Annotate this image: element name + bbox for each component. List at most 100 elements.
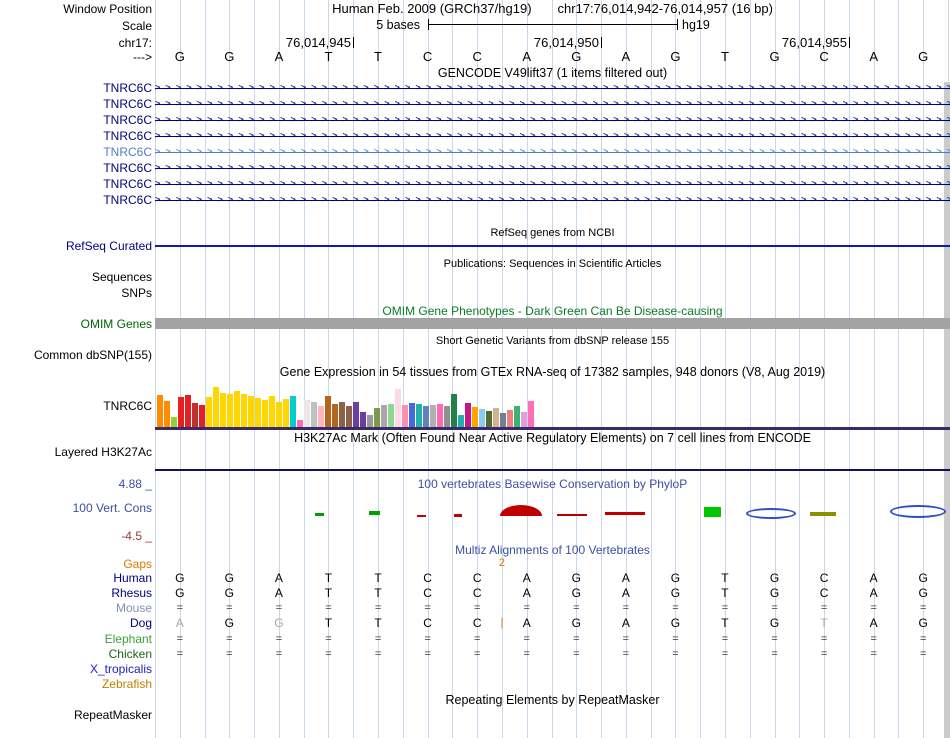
track-label-omim[interactable]: OMIM Genes <box>0 317 152 331</box>
track-label-cons-name[interactable]: 100 Vert. Cons <box>0 501 152 515</box>
alignment-base: G <box>224 571 235 585</box>
alignment-base: = <box>523 648 530 660</box>
alignment-base: = <box>771 648 778 660</box>
alignment-base: G <box>769 616 780 630</box>
track-label-chicken[interactable]: Chicken <box>0 647 152 661</box>
track-label-strand[interactable]: ---> <box>0 50 152 64</box>
alignment-base: G <box>918 616 928 630</box>
alignment-base: T <box>324 571 333 585</box>
alignment-base: = <box>275 633 283 645</box>
track-label-gene[interactable]: TNRC6C <box>0 113 152 127</box>
track-label-mouse[interactable]: Mouse <box>0 601 152 615</box>
track-label-gene[interactable]: TNRC6C <box>0 177 152 191</box>
alignment-base: = <box>573 633 580 645</box>
track-label-elephant[interactable]: Elephant <box>0 632 152 646</box>
alignment-base: G <box>769 571 780 585</box>
track-label-repeatmasker[interactable]: RepeatMasker <box>0 708 152 722</box>
alignment-base: G <box>670 616 681 630</box>
alignment-base: = <box>820 648 828 660</box>
track-label-h3k27ac[interactable]: Layered H3K27Ac <box>0 445 152 459</box>
repeatmasker-track-title: Repeating Elements by RepeatMasker <box>445 693 660 707</box>
multiz-alignment-rows: G G A T T C C A G A G T G C A G G G A T T C C A G A G T G C A G = = = = = = = =… <box>155 0 950 738</box>
alignment-base: G <box>224 616 235 630</box>
alignment-base: G <box>769 586 780 600</box>
track-label-gene[interactable]: TNRC6C <box>0 161 152 175</box>
alignment-base: G <box>670 586 681 600</box>
alignment-base: = <box>523 633 530 645</box>
alignment-base: G <box>571 571 581 585</box>
track-label-gaps[interactable]: Gaps <box>0 557 152 571</box>
alignment-row-x_tropicalis <box>155 662 950 676</box>
alignment-base: A <box>869 571 878 585</box>
track-label-human[interactable]: Human <box>0 571 152 585</box>
alignment-base: A <box>869 616 878 630</box>
alignment-base: = <box>622 602 630 614</box>
alignment-row-mouse: = = = = = = = = = = = = = = = = <box>155 601 950 615</box>
track-label-gene[interactable]: TNRC6C <box>0 145 152 159</box>
alignment-base: = <box>176 633 183 645</box>
track-label-gene[interactable]: TNRC6C <box>0 81 152 95</box>
track-label-zebrafish[interactable]: Zebrafish <box>0 677 152 691</box>
alignment-base: = <box>920 602 927 614</box>
alignment-base: = <box>672 648 679 660</box>
alignment-base: = <box>672 602 679 614</box>
alignment-base: = <box>325 633 332 645</box>
track-label-gene[interactable]: TNRC6C <box>0 129 152 143</box>
alignment-base: C <box>819 571 829 585</box>
alignment-base: G <box>274 616 284 630</box>
alignment-base: G <box>571 586 581 600</box>
track-label-dbsnp[interactable]: Common dbSNP(155) <box>0 348 152 362</box>
alignment-base: A <box>522 571 531 585</box>
alignment-base: T <box>721 616 729 630</box>
alignment-base: T <box>374 586 382 600</box>
track-label-cons-max[interactable]: 4.88 _ <box>0 477 152 491</box>
alignment-base: G <box>670 571 681 585</box>
alignment-base: = <box>374 633 382 645</box>
alignment-row-chicken: = = = = = = = = = = = = = = = = <box>155 647 950 661</box>
alignment-base: = <box>870 602 877 614</box>
alignment-base: G <box>175 571 185 585</box>
track-label-snps[interactable]: SNPs <box>0 286 152 300</box>
track-label-window-position[interactable]: Window Position <box>0 2 152 16</box>
alignment-row-dog: A G G T T C C A G A G T G T A G | <box>155 616 950 630</box>
alignment-base: C <box>472 616 482 630</box>
alignment-base: = <box>622 648 630 660</box>
alignment-base: C <box>472 586 482 600</box>
alignment-base: = <box>176 648 183 660</box>
alignment-base: C <box>472 571 482 585</box>
track-label-rhesus[interactable]: Rhesus <box>0 586 152 600</box>
alignment-base: = <box>275 648 283 660</box>
alignment-base: = <box>226 648 233 660</box>
alignment-base: A <box>869 586 878 600</box>
track-label-cons-min[interactable]: -4.5 _ <box>0 529 152 543</box>
alignment-base: A <box>522 586 531 600</box>
alignment-base: T <box>324 616 333 630</box>
alignment-base: = <box>721 633 729 645</box>
alignment-base: A <box>175 616 184 630</box>
alignment-base: = <box>473 602 481 614</box>
track-label-scale[interactable]: Scale <box>0 19 152 33</box>
track-label-gene[interactable]: TNRC6C <box>0 193 152 207</box>
alignment-row-elephant: = = = = = = = = = = = = = = = = <box>155 632 950 646</box>
track-label-x_tropicalis[interactable]: X_tropicalis <box>0 662 152 676</box>
alignment-base: C <box>819 586 829 600</box>
alignment-base: T <box>374 616 382 630</box>
alignment-base: = <box>473 633 481 645</box>
alignment-base: = <box>325 602 332 614</box>
alignment-base: = <box>275 602 283 614</box>
track-label-chrom[interactable]: chr17: <box>0 36 152 50</box>
track-label-gene[interactable]: TNRC6C <box>0 97 152 111</box>
track-label-sequences[interactable]: Sequences <box>0 270 152 284</box>
alignment-base: = <box>573 602 580 614</box>
alignment-base: = <box>226 633 233 645</box>
alignment-base: = <box>820 602 828 614</box>
track-label-gtex-gene[interactable]: TNRC6C <box>0 399 152 413</box>
track-label-refseq[interactable]: RefSeq Curated <box>0 239 152 253</box>
alignment-base: A <box>522 616 531 630</box>
alignment-base: = <box>523 602 530 614</box>
track-label-dog[interactable]: Dog <box>0 616 152 630</box>
alignment-base: = <box>920 648 927 660</box>
alignment-base: = <box>226 602 233 614</box>
insertion-marker: | <box>500 617 504 629</box>
alignment-base: A <box>274 586 283 600</box>
